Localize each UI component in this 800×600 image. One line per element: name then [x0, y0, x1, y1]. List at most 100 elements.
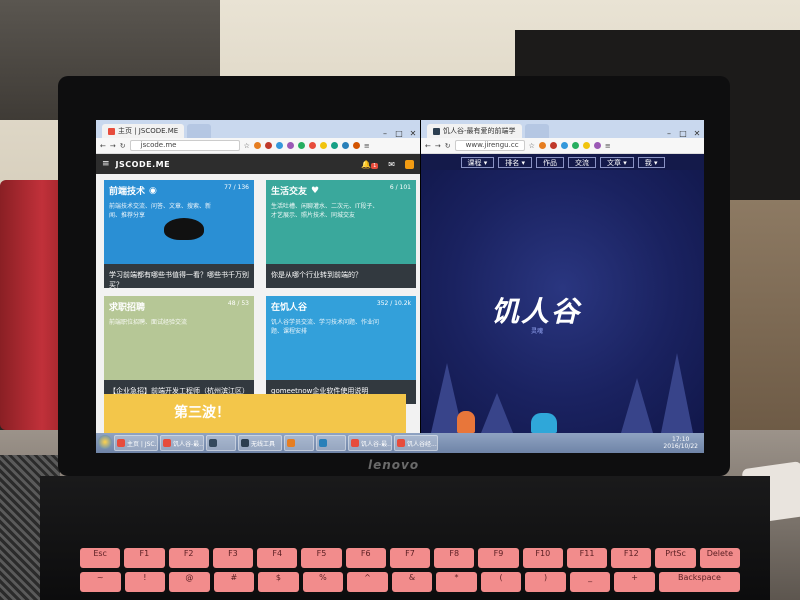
avatar[interactable]: [405, 159, 414, 169]
menu-icon[interactable]: ≡: [605, 142, 611, 150]
extension-icon[interactable]: [560, 142, 568, 149]
close-icon[interactable]: ✕: [690, 129, 704, 138]
extension-icon[interactable]: [571, 142, 579, 149]
taskbar-item[interactable]: [284, 435, 314, 451]
reload-icon[interactable]: ↻: [120, 142, 126, 150]
extension-icon[interactable]: [549, 142, 557, 149]
hamburger-icon[interactable]: ≡: [102, 159, 110, 169]
latest-topic-link[interactable]: 你是从哪个行业转到前端的？: [266, 264, 416, 288]
extension-icon[interactable]: [264, 142, 272, 149]
key[interactable]: F6: [345, 548, 386, 568]
nav-ranking[interactable]: 排名 ▾: [498, 156, 532, 168]
key[interactable]: Esc: [80, 548, 121, 568]
minimize-icon[interactable]: –: [378, 129, 392, 138]
keyboard: Esc F1 F2 F3 F4 F5 F6 F7 F8 F9 F10 F11 F…: [80, 548, 740, 600]
key[interactable]: F2: [168, 548, 209, 568]
key[interactable]: PrtSc: [655, 548, 696, 568]
category-card[interactable]: 求职招聘 前端职位招聘、面试经验交流 48 / 53 【企业急招】前端开发工程师…: [104, 296, 254, 404]
key[interactable]: ): [525, 572, 566, 592]
address-input[interactable]: www.jirengu.cc: [454, 140, 525, 151]
close-icon[interactable]: ✕: [406, 129, 420, 138]
address-input[interactable]: jscode.me: [129, 140, 240, 151]
key[interactable]: F10: [522, 548, 563, 568]
maximize-icon[interactable]: □: [676, 129, 690, 138]
key[interactable]: F3: [212, 548, 254, 568]
key[interactable]: &: [391, 572, 433, 592]
chat-icon[interactable]: ✉: [388, 160, 395, 169]
laptop-screen: 主页 | JSCODE.ME – □ ✕ ← → ↻ jscode.me ☆ ≡…: [96, 120, 704, 453]
extension-icon[interactable]: [286, 142, 294, 149]
extension-icon[interactable]: [319, 142, 327, 149]
key[interactable]: _: [569, 572, 611, 592]
key[interactable]: F8: [434, 548, 475, 568]
key[interactable]: F4: [257, 548, 298, 568]
nav-courses[interactable]: 课程 ▾: [460, 156, 495, 168]
reload-icon[interactable]: ↻: [445, 142, 451, 150]
key[interactable]: F7: [389, 548, 431, 568]
extension-icon[interactable]: [582, 142, 590, 149]
extension-icon[interactable]: [297, 142, 305, 149]
extension-icon[interactable]: [308, 142, 316, 149]
nav-articles[interactable]: 文章 ▾: [600, 156, 634, 168]
category-card[interactable]: 生活交友 ♥ 生活吐槽、闲聊灌水、二次元、IT段子、才艺展示、照片技术、同城交友 …: [266, 180, 416, 288]
nav-forum[interactable]: 交流: [568, 156, 596, 168]
key[interactable]: $: [258, 572, 299, 592]
site-logo[interactable]: JSCODE.ME: [116, 160, 170, 169]
extension-icon[interactable]: [341, 142, 349, 149]
hero-banner: 饥人谷 灵魂: [421, 170, 704, 433]
star-icon[interactable]: ☆: [529, 142, 535, 150]
key[interactable]: @: [169, 572, 210, 592]
extension-icon[interactable]: [330, 142, 338, 149]
key[interactable]: (: [480, 572, 522, 592]
mountain-shape: [481, 393, 513, 433]
key[interactable]: F9: [478, 548, 519, 568]
taskbar-item[interactable]: 饥人谷-最...: [160, 435, 204, 451]
key[interactable]: ^: [347, 572, 388, 592]
key[interactable]: Backspace: [658, 572, 740, 592]
key[interactable]: F12: [611, 548, 652, 568]
extension-icon[interactable]: [593, 142, 601, 149]
star-icon[interactable]: ☆: [244, 142, 250, 150]
maximize-icon[interactable]: □: [392, 129, 406, 138]
forward-icon[interactable]: →: [435, 142, 441, 150]
taskbar-item[interactable]: [316, 435, 346, 451]
nav-works[interactable]: 作品: [536, 156, 564, 168]
extension-icon[interactable]: [538, 142, 546, 149]
new-tab-button[interactable]: [524, 124, 549, 138]
key[interactable]: *: [436, 572, 477, 592]
extension-icon[interactable]: [253, 142, 261, 149]
forward-icon[interactable]: →: [110, 142, 116, 150]
browser-tab-active[interactable]: 饥人谷-最有爱的前端学: [427, 124, 522, 138]
minimize-icon[interactable]: –: [662, 129, 676, 138]
key[interactable]: #: [213, 572, 255, 592]
latest-topic-link[interactable]: 学习前端都有哪些书值得一看？哪些书千万别买？: [104, 264, 254, 288]
taskbar-item[interactable]: 饥人谷经...: [394, 435, 438, 451]
taskbar-item[interactable]: 主页 | JSC...: [114, 435, 158, 451]
nav-me[interactable]: 我 ▾: [637, 156, 665, 168]
key[interactable]: +: [614, 572, 655, 592]
key[interactable]: ~: [80, 572, 121, 592]
back-icon[interactable]: ←: [100, 142, 106, 150]
new-tab-button[interactable]: [187, 124, 212, 138]
key[interactable]: Delete: [699, 548, 740, 568]
taskbar-item[interactable]: 饥人谷-最...: [348, 435, 392, 451]
extension-icon[interactable]: [275, 142, 283, 149]
taskbar-item[interactable]: [206, 435, 236, 451]
key[interactable]: F11: [566, 548, 608, 568]
window-controls: – □ ✕: [378, 129, 420, 138]
start-button[interactable]: [98, 435, 112, 449]
key[interactable]: %: [302, 572, 344, 592]
key[interactable]: F1: [124, 548, 165, 568]
category-card[interactable]: 前端技术 ◉ 前端技术交流、问答、文章、搜索、新闻、推荐分享 77 / 136 学…: [104, 180, 254, 288]
key[interactable]: !: [124, 572, 166, 592]
notification-icon[interactable]: 🔔 1: [361, 160, 379, 169]
menu-icon[interactable]: ≡: [364, 142, 370, 150]
card-desc: 前端技术交流、问答、文章、搜索、新闻、推荐分享: [109, 203, 212, 219]
extension-icon[interactable]: [352, 142, 360, 149]
category-card[interactable]: 在饥人谷 饥人谷学员交流、学习技术问题、作业问题、课程安排 352 / 10.2…: [266, 296, 416, 404]
system-clock[interactable]: 17:10 2016/10/22: [663, 436, 698, 450]
back-icon[interactable]: ←: [425, 142, 431, 150]
key[interactable]: F5: [301, 548, 342, 568]
taskbar-item[interactable]: 无线工具: [238, 435, 282, 451]
browser-tab-active[interactable]: 主页 | JSCODE.ME: [102, 124, 185, 138]
